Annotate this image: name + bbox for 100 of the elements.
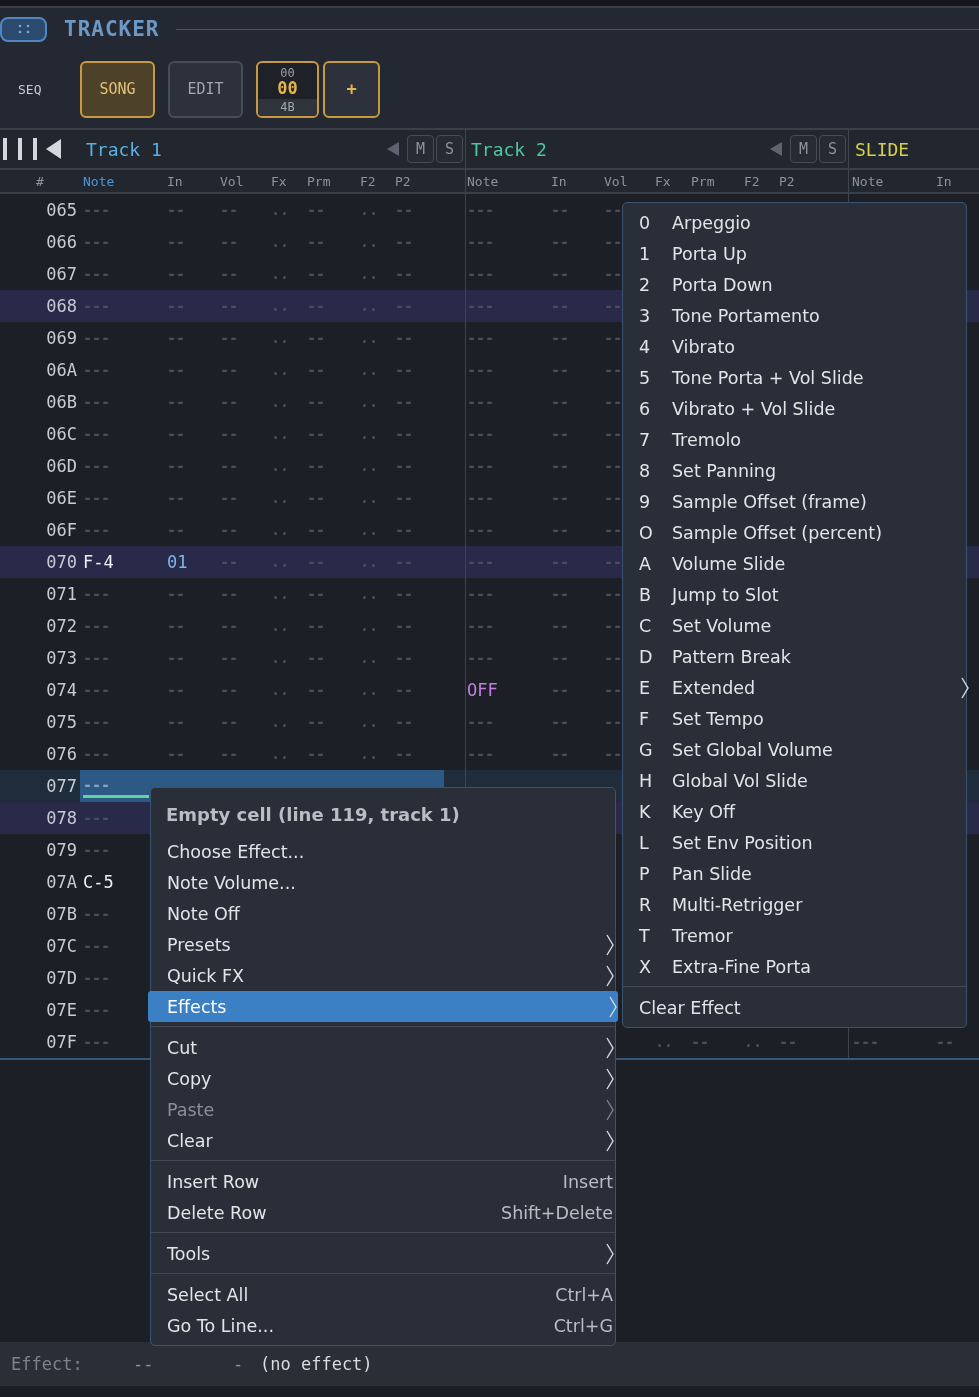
menu-item-label: Pattern Break (672, 646, 792, 667)
menu-item-label: Tremor (672, 925, 734, 946)
row-number: 07C (45, 936, 78, 956)
menu-item-label: Set Env Position (672, 832, 814, 853)
effect-key: F (639, 708, 672, 729)
menu-item-label: Sample Offset (frame) (672, 491, 868, 512)
shortcut-label: Ctrl+G (553, 1315, 613, 1336)
menu-item-label: Paste (167, 1099, 216, 1120)
menu-item-label: Copy (167, 1068, 213, 1089)
menu-item-label: Delete Row (167, 1202, 268, 1223)
effect-key: B (639, 584, 672, 605)
pattern-number: 00 (277, 79, 298, 97)
row-number: 06A (45, 360, 78, 380)
row-number: 066 (45, 232, 78, 252)
row-number: 06E (45, 488, 78, 508)
track-name: Track 1 (86, 138, 163, 160)
menu-item-label: Jump to Slot (672, 584, 780, 605)
menu-item-label: Presets (167, 934, 232, 955)
effect-key: 5 (639, 367, 672, 388)
row-number: 065 (45, 200, 78, 220)
row-number: 07F (45, 1032, 78, 1052)
menu-item-label: Extended (672, 677, 757, 698)
effect-param: - (233, 1354, 245, 1374)
effect-key: L (639, 832, 672, 853)
row-number: 07B (45, 904, 78, 924)
menu-item-label: Set Global Volume (672, 739, 834, 760)
menu-title: Empty cell (line 119, track 1) (165, 802, 461, 827)
effect-key: P (639, 863, 672, 884)
menu-item-label: Global Vol Slide (672, 770, 809, 791)
menu-item-label: Note Volume... (167, 872, 297, 893)
effect-key: T (639, 925, 672, 946)
menu-item-label: Vibrato (672, 336, 737, 357)
effect-key: O (639, 522, 672, 543)
menu-item-label: Tools (167, 1243, 212, 1264)
column-header: # (35, 173, 45, 189)
shortcut-label: Ctrl+A (555, 1284, 613, 1305)
effect-key: K (639, 801, 672, 822)
row-number: 06B (45, 392, 78, 412)
app-title: TRACKER (64, 17, 160, 41)
menu-item-label: Insert Row (167, 1171, 261, 1192)
effect-key: E (639, 677, 672, 698)
menu-item-label: Multi-Retrigger (672, 894, 804, 915)
menu-item-label: Choose Effect... (167, 841, 306, 862)
menu-item-label: Extra-Fine Porta (672, 956, 812, 977)
row-number: 068 (45, 296, 78, 316)
menu-item-label: Quick FX (167, 965, 246, 986)
pattern-length: 4B (258, 98, 317, 116)
track-name: SLIDE (855, 138, 911, 160)
row-number: 067 (45, 264, 78, 284)
row-number: 075 (45, 712, 78, 732)
status-label: Effect: (11, 1354, 84, 1374)
effect-key: 9 (639, 491, 672, 512)
shortcut-label: Shift+Delete (501, 1202, 613, 1223)
row-number: 073 (45, 648, 78, 668)
menu-item-label: Sample Offset (percent) (672, 522, 883, 543)
effect-key: 7 (639, 429, 672, 450)
row-number: 07A (45, 872, 78, 892)
menu-item-label: Set Volume (672, 615, 773, 636)
row-number: 07D (45, 968, 78, 988)
menu-item-label: Key Off (672, 801, 737, 822)
row-number: 06C (45, 424, 78, 444)
effect-key: G (639, 739, 672, 760)
track-name: Track 2 (471, 138, 548, 160)
row-number: 076 (45, 744, 78, 764)
effect-key: A (639, 553, 672, 574)
menu-item-label: Go To Line... (167, 1315, 275, 1336)
menu-item-label: Tremolo (672, 429, 743, 450)
row-number: 074 (45, 680, 78, 700)
effect-key: 4 (639, 336, 672, 357)
row-number: 069 (45, 328, 78, 348)
menu-item-label: Effects (167, 996, 228, 1017)
menu-item-label: Set Panning (672, 460, 778, 481)
effect-key: D (639, 646, 672, 667)
menu-item-label: Cut (167, 1037, 199, 1058)
row-number: 06F (45, 520, 78, 540)
menu-item-label: Pan Slide (672, 863, 753, 884)
menu-item-label: Select All (167, 1284, 250, 1305)
menu-item-label: Tone Porta + Vol Slide (672, 367, 865, 388)
row-number: 07E (45, 1000, 78, 1020)
shortcut-label: Insert (562, 1171, 613, 1192)
effect-key: X (639, 956, 672, 977)
row-number: 06D (45, 456, 78, 476)
pattern-index: 00 (280, 66, 295, 80)
menu-item-label: Volume Slide (672, 553, 787, 574)
row-number: 077 (45, 776, 78, 796)
effect-key: H (639, 770, 672, 791)
menu-item-label: Vibrato + Vol Slide (672, 398, 837, 419)
menu-item-label: Clear Effect (639, 997, 742, 1018)
row-number: 079 (45, 840, 78, 860)
menu-item-label: Note Off (167, 903, 241, 924)
effect-code: -- (133, 1354, 155, 1374)
effect-key: 6 (639, 398, 672, 419)
row-number: 070 (45, 552, 78, 572)
effect-key: C (639, 615, 672, 636)
effect-key: R (639, 894, 672, 915)
menu-item-label: Clear (167, 1130, 214, 1151)
row-number: 078 (45, 808, 78, 828)
effect-key: 8 (639, 460, 672, 481)
effect-description: (no effect) (260, 1354, 373, 1374)
toolbar-label: SEQ (17, 81, 43, 97)
